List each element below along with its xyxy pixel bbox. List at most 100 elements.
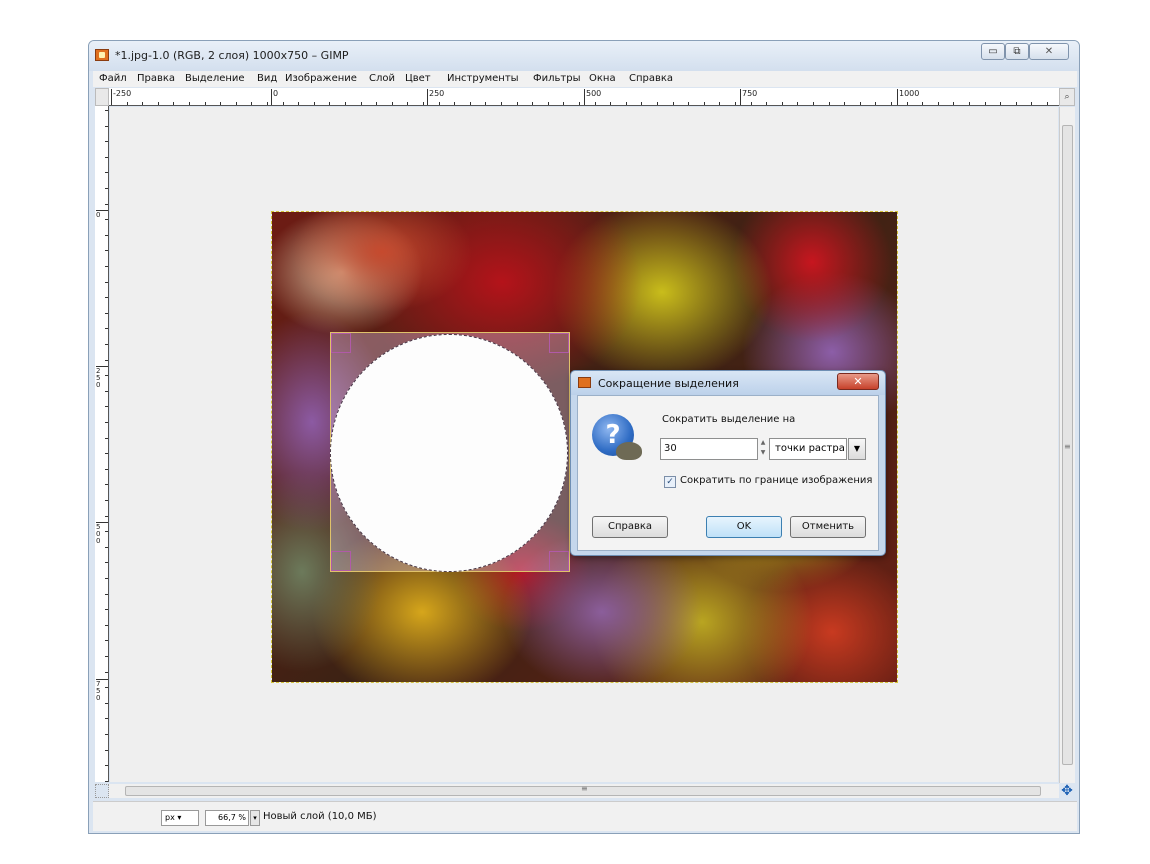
ruler-tick [105,360,108,361]
ruler-tick [105,531,108,532]
ruler-tick [105,141,108,142]
horizontal-scrollbar[interactable]: ≡ [109,784,1059,798]
ruler-tick [751,102,752,105]
menu-file[interactable]: Файл [99,73,127,84]
zoom-field[interactable]: 66,7 % [205,810,249,826]
ruler-tick [105,718,108,719]
title-bar[interactable]: *1.jpg-1.0 (RGB, 2 слоя) 1000x750 – GIMP… [89,41,1079,71]
selection-handle[interactable] [331,333,351,353]
ruler-tick [314,102,315,105]
ruler-label: 750 [96,680,101,702]
menu-view[interactable]: Вид [257,73,277,84]
menu-select[interactable]: Выделение [185,73,245,84]
ruler-tick [361,102,362,105]
chevron-down-icon[interactable]: ▼ [848,438,866,460]
ruler-tick [1047,102,1048,105]
ruler-label: 0 [96,211,101,219]
ruler-tick [105,453,108,454]
ruler-tick [105,438,108,439]
cancel-button[interactable]: Отменить [790,516,866,538]
ruler-tick [439,102,440,105]
quick-mask-corner-button[interactable] [95,88,109,106]
ruler-tick [1016,102,1017,105]
ruler-tick [105,484,108,485]
selection-handle[interactable] [331,551,351,571]
ruler-tick [236,102,237,105]
ruler-tick [105,250,108,251]
ruler-tick [454,102,455,105]
ruler-tick [376,102,377,105]
ruler-tick [829,102,830,105]
ruler-tick [105,687,108,688]
ruler-label: 0 [273,89,279,98]
minimize-button[interactable]: ▭ [981,43,1005,60]
dialog-close-button[interactable]: ✕ [837,373,879,390]
dialog-title-bar[interactable]: Сокращение выделения ✕ [571,371,885,395]
ok-button[interactable]: OK [706,516,782,538]
maximize-button[interactable]: ⧉ [1005,43,1029,60]
zoom-dropdown-arrow[interactable]: ▾ [250,810,260,826]
menu-filters[interactable]: Фильтры [533,73,580,84]
menu-colors[interactable]: Цвет [405,73,431,84]
unit-value: px [165,813,175,822]
status-bar: px ▾ 66,7 % ▾ Новый слой (10,0 МБ) [93,801,1077,831]
window-title: *1.jpg-1.0 (RGB, 2 слоя) 1000x750 – GIMP [115,49,349,62]
ruler-tick [1031,102,1032,105]
scroll-grip: ≡ [1064,442,1071,451]
ruler-tick [105,219,108,220]
ruler-tick-major [96,522,108,523]
menu-bar: Файл Правка Выделение Вид Изображение Сл… [93,71,1077,87]
shrink-from-border-checkbox[interactable]: ✓ [664,476,676,488]
ruler-tick [782,102,783,105]
navigate-icon[interactable]: ✥ [1059,784,1075,800]
ruler-tick [595,102,596,105]
ruler-tick [985,102,986,105]
menu-edit[interactable]: Правка [137,73,175,84]
ruler-tick [127,102,128,105]
checkbox-label[interactable]: Сократить по границе изображения [680,475,872,486]
ruler-tick [105,672,108,673]
ruler-tick [392,102,393,105]
shrink-amount-input[interactable]: 30 [660,438,758,460]
ruler-tick [105,656,108,657]
ruler-tick [969,102,970,105]
menu-windows[interactable]: Окна [589,73,616,84]
ruler-tick [860,102,861,105]
menu-layer[interactable]: Слой [369,73,395,84]
menu-help[interactable]: Справка [629,73,673,84]
horizontal-ruler[interactable]: -250 0 250 500 750 1000 [109,88,1059,106]
ruler-tick-major [271,89,272,105]
ruler-tick [105,750,108,751]
unit-dropdown[interactable]: точки растра [769,438,847,460]
vertical-scrollbar[interactable]: ≡ [1059,107,1075,783]
ruler-tick [205,102,206,105]
ruler-tick [704,102,705,105]
menu-tools[interactable]: Инструменты [447,73,519,84]
ruler-tick [105,609,108,610]
scroll-grip: ≡ [581,784,588,793]
ruler-tick [105,640,108,641]
ruler-tick [173,102,174,105]
ruler-tick [813,102,814,105]
ruler-label: 250 [429,89,445,98]
close-button[interactable]: ✕ [1029,43,1069,60]
ruler-tick [105,266,108,267]
wilber-mascot-icon [616,442,642,460]
spin-buttons[interactable]: ▲ ▼ [759,438,767,460]
selection-handle[interactable] [549,333,569,353]
vertical-ruler[interactable]: 0 250 500 750 [95,106,109,782]
gimp-app-icon [95,49,109,61]
ruler-label: 500 [96,523,101,545]
unit-selector[interactable]: px ▾ [161,810,199,826]
ruler-tick [105,172,108,173]
ruler-tick [922,102,923,105]
ruler-tick [626,102,627,105]
help-button[interactable]: Справка [592,516,668,538]
menu-image[interactable]: Изображение [285,73,357,84]
zoom-fit-button[interactable]: ⌕ [1059,88,1075,106]
ruler-tick [267,102,268,105]
ruler-tick [673,102,674,105]
selection-handle[interactable] [549,551,569,571]
quick-mask-toggle[interactable] [95,784,109,798]
ruler-tick [797,102,798,105]
